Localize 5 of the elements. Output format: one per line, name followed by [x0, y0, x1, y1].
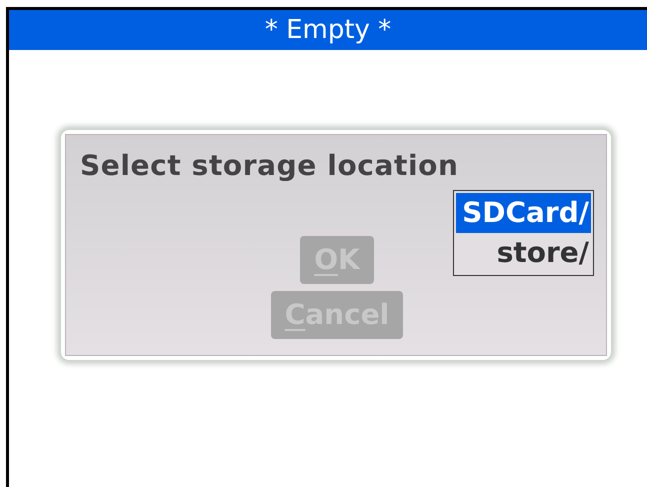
location-item[interactable]: SDCard/	[456, 193, 591, 233]
window-title: * Empty *	[9, 10, 647, 50]
location-item[interactable]: store/	[456, 233, 591, 273]
location-list[interactable]: SDCard/ store/	[453, 190, 594, 276]
dialog-title: Select storage location	[80, 149, 460, 182]
